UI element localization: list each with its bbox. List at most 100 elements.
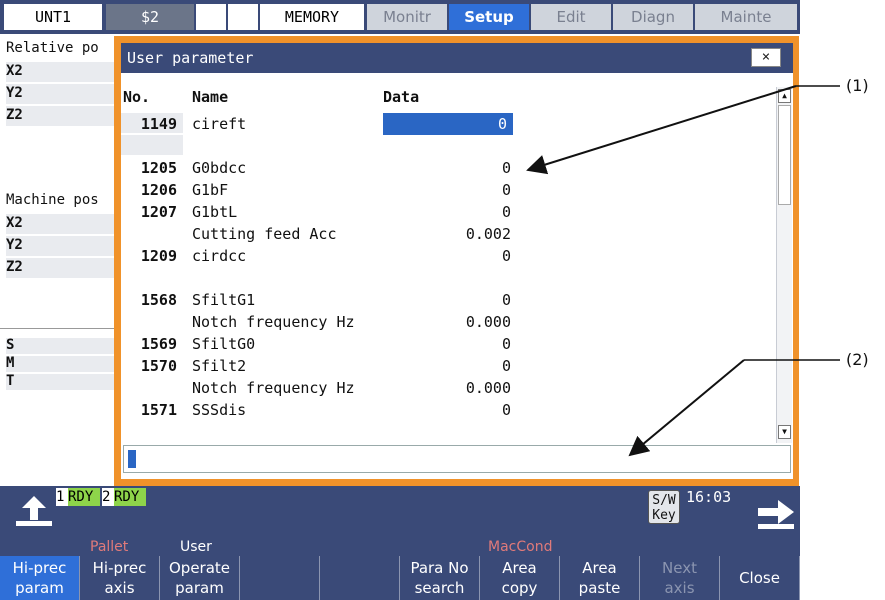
unit-cell: UNT1 [4,4,102,30]
row-number-background [121,135,183,155]
param-number: 1209 [140,247,177,265]
table-row[interactable] [121,267,776,289]
softkey-2-operate[interactable]: Operate param [160,556,240,600]
param-name: cirdcc [192,247,247,265]
param-number: 1570 [140,357,177,375]
scroll-down-icon[interactable]: ▼ [778,425,791,439]
param-value[interactable]: 0 [383,245,513,267]
table-row[interactable]: 1207 G1btL 0 [121,201,776,223]
tab-mainte[interactable]: Mainte [695,4,797,30]
scrollbar[interactable]: ▲ ▼ [776,87,792,443]
softkey-9-close[interactable]: Close [720,556,800,600]
param-number: 1149 [140,115,177,133]
table-row[interactable]: Notch frequency Hz 0.000 [121,377,776,399]
mcode-label: M [6,355,15,371]
softkey-4-blank[interactable] [320,556,400,600]
menu-group-labels: Pallet User MacCond [0,538,800,556]
softkey-label-line1: Operate [168,559,231,577]
param-name: G1btL [192,203,238,221]
software-keyboard-button[interactable]: S/W Key [648,490,680,524]
table-row[interactable]: 1205 G0bdcc 0 [121,157,776,179]
param-value[interactable]: 0 [383,399,513,421]
softkey-5-para-no[interactable]: Para No search [400,556,480,600]
param-value[interactable]: 0 [383,289,513,311]
softkey-label-line2: param [175,579,224,597]
param-value[interactable]: 0 [383,201,513,223]
softkey-label-line1: Area [582,559,617,577]
close-icon[interactable]: × [751,48,781,67]
param-value[interactable]: 0 [383,333,513,355]
param-value[interactable]: 0 [383,179,513,201]
table-row[interactable]: Notch frequency Hz 0.000 [121,311,776,333]
param-number: 1206 [140,181,177,199]
softkey-label-line1: Next [662,559,697,577]
param-name: SfiltG1 [192,291,256,309]
param-value[interactable]: 0.000 [383,311,513,333]
table-row[interactable]: 1571 SSSdis 0 [121,399,776,421]
softkey-label-line2: paste [578,579,621,597]
softkey-label-line1: Para No [410,559,469,577]
softkey-1-hi-prec[interactable]: Hi-prec axis [80,556,160,600]
tab-diagn[interactable]: Diagn [613,4,693,30]
bottom-status-bar: 1 RDY 2 RDY S/W Key 16:03 [0,486,800,538]
rel-axis-y: Y2 [6,85,23,101]
rdy2-indicator: RDY [114,488,146,506]
scroll-up-icon[interactable]: ▲ [778,89,791,103]
table-row[interactable]: 1149 cireft 0 [121,113,776,135]
table-row[interactable] [121,135,776,157]
softkey-label-line2: copy [501,579,538,597]
param-name: SSSdis [192,401,247,419]
softkey-menu: Hi-prec param Hi-prec axis Operate param Para … [0,556,800,600]
softkey-6-area[interactable]: Area copy [480,556,560,600]
callout-1: (1) [846,76,869,95]
table-row[interactable]: 1569 SfiltG0 0 [121,333,776,355]
table-row[interactable]: 1209 cirdcc 0 [121,245,776,267]
column-header-name: Name [192,88,229,106]
table-row[interactable]: 1570 Sfilt2 0 [121,355,776,377]
rdy2-number: 2 [102,488,114,506]
column-header-data: Data [383,88,420,106]
relative-position-label: Relative po [6,40,99,56]
softkey-label-line2: axis [664,579,695,597]
nc-screen: UNT1 $2 MEMORY Monitr Setup Edit Diagn M… [0,0,800,600]
softkey-8-next[interactable]: Next axis [640,556,720,600]
tab-setup[interactable]: Setup [449,4,529,30]
table-row[interactable]: Cutting feed Acc 0.002 [121,223,776,245]
softkey-7-area[interactable]: Area paste [560,556,640,600]
tab-edit[interactable]: Edit [531,4,611,30]
clock: 16:03 [686,488,732,506]
softkey-3-blank[interactable] [240,556,320,600]
table-row[interactable]: 1568 SfiltG1 0 [121,289,776,311]
softkey-label-line1: Hi-prec [92,559,147,577]
param-name: Notch frequency Hz [192,313,355,331]
param-name: SfiltG0 [192,335,256,353]
tab-monitr[interactable]: Monitr [367,4,447,30]
rel-axis-x: X2 [6,63,23,79]
param-name: G1bF [192,181,229,199]
rel-axis-z: Z2 [6,107,23,123]
scroll-thumb[interactable] [778,105,791,205]
rdy1-number: 1 [56,488,68,506]
param-name: cireft [192,113,247,135]
param-number: 1205 [140,159,177,177]
dialog-title-bar: User parameter × [121,43,793,73]
input-cursor [128,450,136,468]
menu-return-icon[interactable] [14,494,54,528]
param-value[interactable]: 0.000 [383,377,513,399]
callout-2: (2) [846,350,869,369]
param-number: 1568 [140,291,177,309]
param-value[interactable]: 0.002 [383,223,513,245]
group-label-maccond: MacCond [488,539,553,555]
table-row[interactable]: 1206 G1bF 0 [121,179,776,201]
softkey-label-line1: Hi-prec [12,559,67,577]
machine-position-label: Machine pos [6,192,99,208]
system-cell: $2 [106,4,194,30]
swkey-line2: Key [652,508,676,523]
param-value[interactable]: 0 [383,113,513,135]
param-value[interactable]: 0 [383,355,513,377]
param-value[interactable]: 0 [383,157,513,179]
tool-label: T [6,373,15,389]
input-field[interactable] [123,445,791,473]
menu-next-icon[interactable] [756,496,796,530]
softkey-0-hi-prec[interactable]: Hi-prec param [0,556,80,600]
